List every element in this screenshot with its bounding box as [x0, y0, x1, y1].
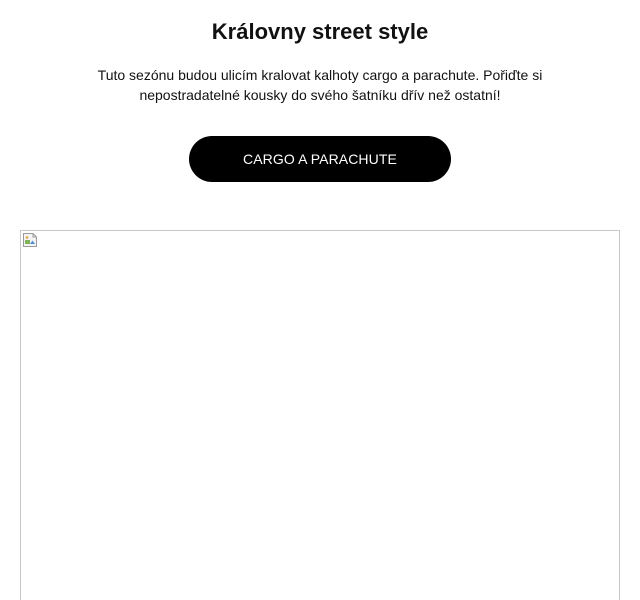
promo-headline: Královny street style: [211, 19, 429, 44]
cta-container: CARGO A PARACHUTE: [0, 136, 640, 182]
broken-image-icon: [22, 232, 38, 248]
hero-image[interactable]: [20, 230, 620, 600]
cargo-parachute-button[interactable]: CARGO A PARACHUTE: [189, 136, 451, 182]
promo-intro-line-1: Tuto sezónu budou ulicím kralovat kalhot…: [97, 67, 543, 83]
promo-intro-text: Tuto sezónu budou ulicím kralovat kalhot…: [85, 65, 555, 105]
promo-section: Královny street style Tuto sezónu budou …: [0, 0, 640, 182]
promo-intro-line-2: nepostradatelné kousky do svého šatníku …: [139, 87, 501, 103]
